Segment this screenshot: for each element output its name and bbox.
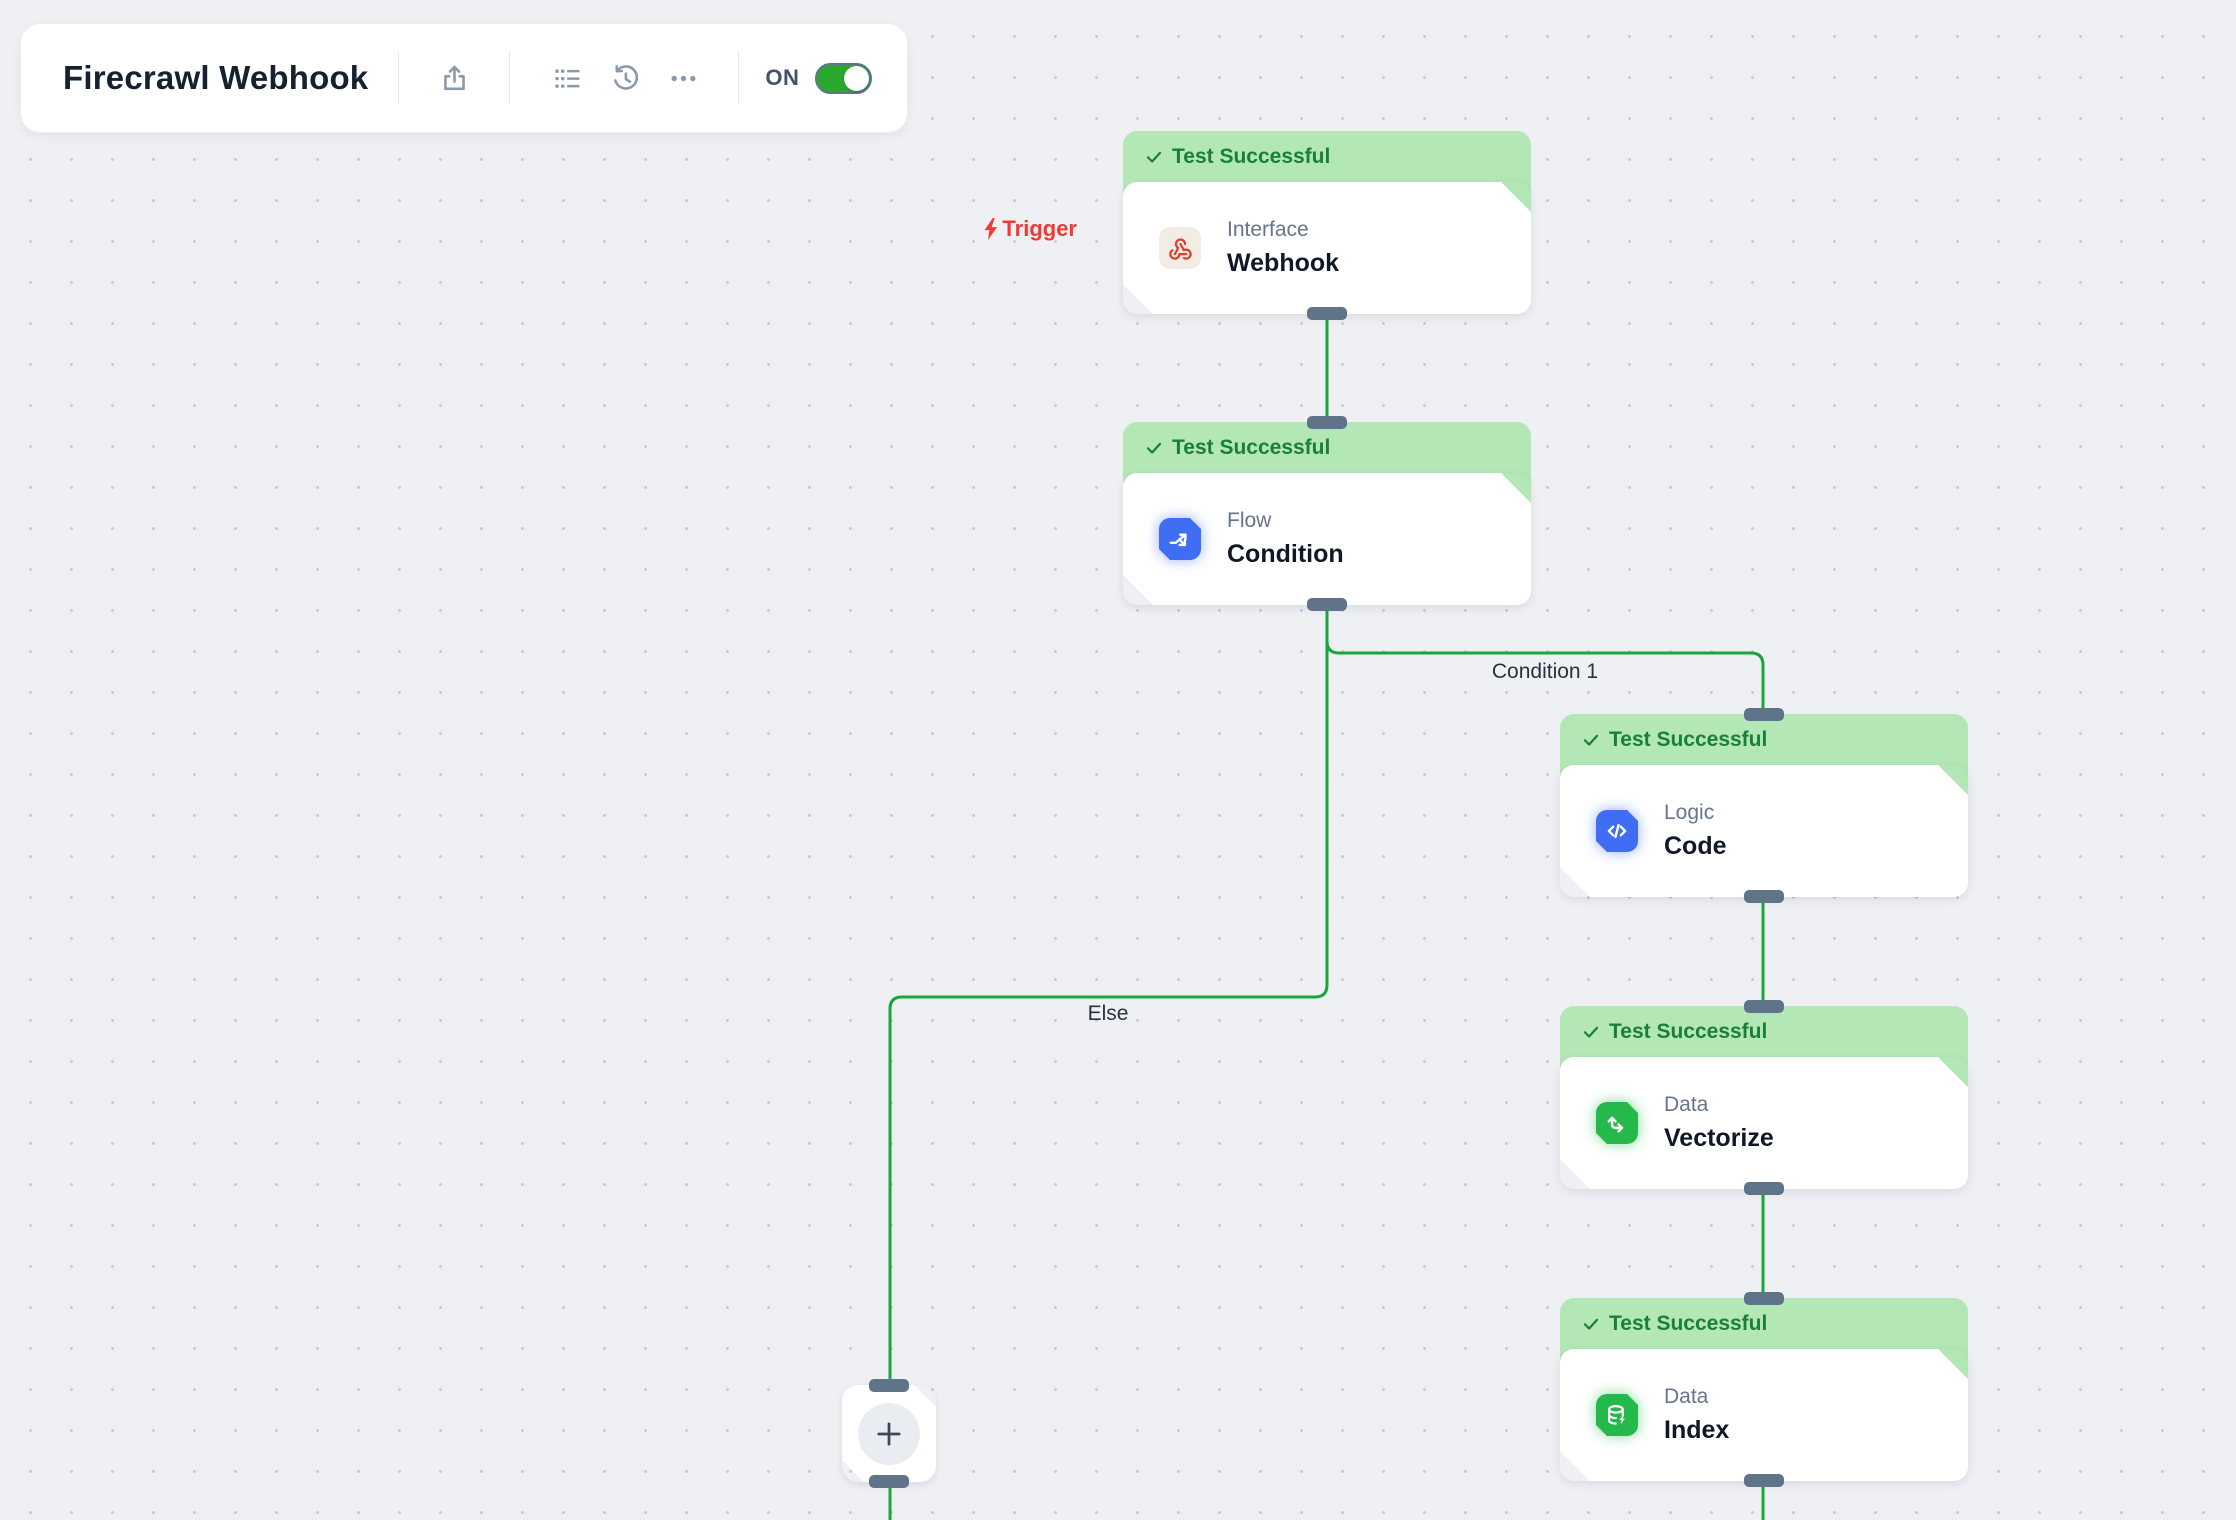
node-code[interactable]: Test Successful Logic Code xyxy=(1560,714,1968,897)
check-icon xyxy=(1582,1023,1600,1041)
share-icon xyxy=(439,63,470,94)
node-card[interactable]: Flow Condition xyxy=(1123,473,1531,605)
check-icon xyxy=(1582,1315,1600,1333)
status-text: Test Successful xyxy=(1609,727,1767,753)
branch-label-condition-1: Condition 1 xyxy=(1492,660,1598,684)
check-icon xyxy=(1145,148,1163,166)
output-handle[interactable] xyxy=(1744,1474,1784,1487)
node-category: Interface xyxy=(1227,218,1339,242)
node-category: Logic xyxy=(1664,801,1727,825)
input-handle[interactable] xyxy=(1307,416,1347,429)
workflow-header: Firecrawl Webhook xyxy=(20,23,908,133)
workflow-enabled-toggle[interactable] xyxy=(815,63,872,94)
node-title: Condition xyxy=(1227,540,1344,569)
divider xyxy=(738,52,739,104)
node-title: Code xyxy=(1664,832,1727,861)
node-card[interactable]: Data Vectorize xyxy=(1560,1057,1968,1189)
code-icon xyxy=(1596,810,1638,852)
lightning-bolt-icon xyxy=(983,218,999,240)
divider xyxy=(398,52,399,104)
node-card[interactable]: Interface Webhook xyxy=(1123,182,1531,314)
vector-axes-icon xyxy=(1596,1102,1638,1144)
plus-circle xyxy=(858,1403,920,1465)
input-handle[interactable] xyxy=(1744,1292,1784,1305)
status-text: Test Successful xyxy=(1609,1019,1767,1045)
node-category: Flow xyxy=(1227,509,1344,533)
node-vectorize[interactable]: Test Successful Data Vectorize xyxy=(1560,1006,1968,1189)
workflow-canvas[interactable]: Trigger Condition 1 Else Test Successful… xyxy=(0,0,2236,1520)
share-button[interactable] xyxy=(427,51,481,105)
toggle-knob xyxy=(844,66,869,91)
node-condition[interactable]: Test Successful Flow Condition xyxy=(1123,422,1531,605)
branch-label-else: Else xyxy=(1088,1002,1129,1026)
status-text: Test Successful xyxy=(1172,435,1330,461)
divider xyxy=(509,52,510,104)
node-category: Data xyxy=(1664,1093,1774,1117)
history-button[interactable] xyxy=(598,51,652,105)
list-icon xyxy=(552,63,583,94)
output-handle[interactable] xyxy=(1307,598,1347,611)
trigger-label-text: Trigger xyxy=(1002,216,1077,242)
history-icon xyxy=(610,63,641,94)
more-icon xyxy=(668,63,699,94)
split-icon xyxy=(1159,518,1201,560)
output-handle[interactable] xyxy=(1744,1182,1784,1195)
toggle-state-label: ON xyxy=(765,65,799,91)
webhook-icon xyxy=(1159,227,1201,269)
node-webhook[interactable]: Test Successful Interface Webhook xyxy=(1123,131,1531,314)
check-icon xyxy=(1145,439,1163,457)
database-bolt-icon xyxy=(1596,1394,1638,1436)
input-handle[interactable] xyxy=(1744,708,1784,721)
trigger-annotation: Trigger xyxy=(900,214,1077,244)
input-handle[interactable] xyxy=(869,1379,909,1392)
status-text: Test Successful xyxy=(1172,144,1330,170)
node-title: Vectorize xyxy=(1664,1124,1774,1153)
node-card[interactable]: Logic Code xyxy=(1560,765,1968,897)
list-view-button[interactable] xyxy=(540,51,594,105)
workflow-title[interactable]: Firecrawl Webhook xyxy=(63,59,368,97)
node-title: Webhook xyxy=(1227,249,1339,278)
output-handle[interactable] xyxy=(1744,890,1784,903)
status-text: Test Successful xyxy=(1609,1311,1767,1337)
output-handle[interactable] xyxy=(869,1475,909,1488)
node-category: Data xyxy=(1664,1385,1729,1409)
node-index[interactable]: Test Successful Data Index xyxy=(1560,1298,1968,1481)
node-card[interactable]: Data Index xyxy=(1560,1349,1968,1481)
add-step-button[interactable] xyxy=(842,1385,936,1482)
check-icon xyxy=(1582,731,1600,749)
add-step-node[interactable] xyxy=(842,1385,936,1482)
more-options-button[interactable] xyxy=(656,51,710,105)
output-handle[interactable] xyxy=(1307,307,1347,320)
node-title: Index xyxy=(1664,1416,1729,1445)
plus-icon xyxy=(872,1417,906,1451)
input-handle[interactable] xyxy=(1744,1000,1784,1013)
